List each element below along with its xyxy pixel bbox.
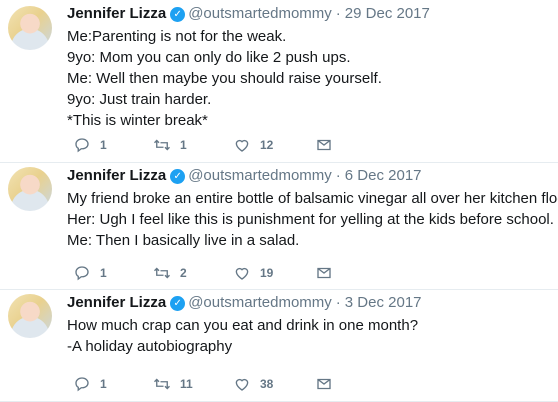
direct-message-button[interactable] [315, 136, 333, 154]
separator: · [335, 294, 341, 311]
verified-badge-icon: ✓ [170, 295, 186, 311]
tweet-text-line: How much crap can you eat and drink in o… [67, 317, 419, 334]
tweet-text-line: 9yo: Mom you can only do like 2 push ups… [67, 49, 351, 66]
avatar[interactable] [8, 167, 52, 211]
avatar[interactable] [8, 6, 52, 50]
separator: · [335, 167, 341, 184]
heart-icon [235, 267, 249, 280]
verified-badge-icon: ✓ [170, 6, 186, 22]
tweet-text-line: Her: Ugh I feel like this is punishment … [67, 211, 554, 228]
envelope-icon [317, 267, 331, 279]
heart-icon [235, 139, 249, 152]
avatar[interactable] [8, 294, 52, 338]
tweet[interactable]: Jennifer Lizza ✓ @outsmartedmommy · 29 D… [0, 0, 558, 163]
reply-count: 1 [100, 138, 107, 152]
tweet-header: Jennifer Lizza ✓ @outsmartedmommy · 3 De… [67, 293, 552, 313]
reply-button[interactable]: 1 [73, 136, 107, 154]
reply-icon [75, 377, 89, 392]
tweet[interactable]: Jennifer Lizza ✓ @outsmartedmommy · 3 De… [0, 290, 558, 402]
retweet-icon [154, 378, 170, 390]
tweet-date[interactable]: 29 Dec 2017 [345, 4, 430, 24]
tweet-content: Jennifer Lizza ✓ @outsmartedmommy · 3 De… [67, 293, 552, 357]
retweet-count: 2 [180, 266, 187, 280]
envelope-icon [317, 378, 331, 390]
retweet-count: 1 [180, 138, 187, 152]
author-handle[interactable]: @outsmartedmommy [188, 4, 332, 24]
direct-message-button[interactable] [315, 264, 333, 282]
tweet-text-line: Me: Well then maybe you should raise you… [67, 70, 382, 87]
tweet-actions: 1 2 19 [67, 263, 558, 283]
reply-button[interactable]: 1 [73, 375, 107, 393]
author-name[interactable]: Jennifer Lizza [67, 4, 166, 24]
tweet-header: Jennifer Lizza ✓ @outsmartedmommy · 29 D… [67, 4, 552, 24]
tweet-content: Jennifer Lizza ✓ @outsmartedmommy · 6 De… [67, 166, 558, 251]
tweet-text-line: Me: Then I basically live in a salad. [67, 232, 300, 249]
tweet-date[interactable]: 6 Dec 2017 [345, 166, 422, 186]
timeline: Jennifer Lizza ✓ @outsmartedmommy · 29 D… [0, 0, 558, 402]
direct-message-button[interactable] [315, 375, 333, 393]
author-name[interactable]: Jennifer Lizza [67, 166, 166, 186]
author-name[interactable]: Jennifer Lizza [67, 293, 166, 313]
tweet-date[interactable]: 3 Dec 2017 [345, 293, 422, 313]
like-count: 12 [260, 138, 274, 152]
tweet-actions: 1 11 38 [67, 374, 558, 394]
tweet-content: Jennifer Lizza ✓ @outsmartedmommy · 29 D… [67, 4, 552, 131]
reply-icon [75, 138, 89, 153]
retweet-count: 11 [180, 377, 193, 391]
reply-icon [75, 266, 89, 281]
author-handle[interactable]: @outsmartedmommy [188, 166, 332, 186]
reply-count: 1 [100, 377, 107, 391]
like-button[interactable]: 38 [233, 375, 273, 393]
like-count: 19 [260, 266, 274, 280]
like-button[interactable]: 12 [233, 136, 273, 154]
separator: · [335, 5, 341, 22]
like-button[interactable]: 19 [233, 264, 273, 282]
tweet-text-line: Me:Parenting is not for the weak. [67, 28, 287, 45]
tweet-header: Jennifer Lizza ✓ @outsmartedmommy · 6 De… [67, 166, 552, 186]
tweet-text: My friend broke an entire bottle of bals… [67, 188, 558, 251]
like-count: 38 [260, 377, 274, 391]
tweet-text: Me:Parenting is not for the weak. 9yo: M… [67, 26, 552, 131]
heart-icon [235, 378, 249, 391]
tweet-text-line: My friend broke an entire bottle of bals… [67, 190, 558, 207]
retweet-icon [154, 139, 170, 151]
retweet-button[interactable]: 11 [153, 375, 193, 393]
reply-button[interactable]: 1 [73, 264, 107, 282]
tweet-text: How much crap can you eat and drink in o… [67, 315, 552, 357]
tweet-text-line: -A holiday autobiography [67, 338, 233, 355]
retweet-icon [154, 267, 170, 279]
retweet-button[interactable]: 2 [153, 264, 187, 282]
tweet-text-line: 9yo: Just train harder. [67, 91, 212, 108]
envelope-icon [317, 139, 331, 151]
reply-count: 1 [100, 266, 107, 280]
tweet[interactable]: Jennifer Lizza ✓ @outsmartedmommy · 6 De… [0, 163, 558, 290]
tweet-actions: 1 1 12 [67, 135, 558, 155]
tweet-text-line: *This is winter break* [67, 112, 208, 129]
author-handle[interactable]: @outsmartedmommy [188, 293, 332, 313]
retweet-button[interactable]: 1 [153, 136, 187, 154]
verified-badge-icon: ✓ [170, 168, 186, 184]
